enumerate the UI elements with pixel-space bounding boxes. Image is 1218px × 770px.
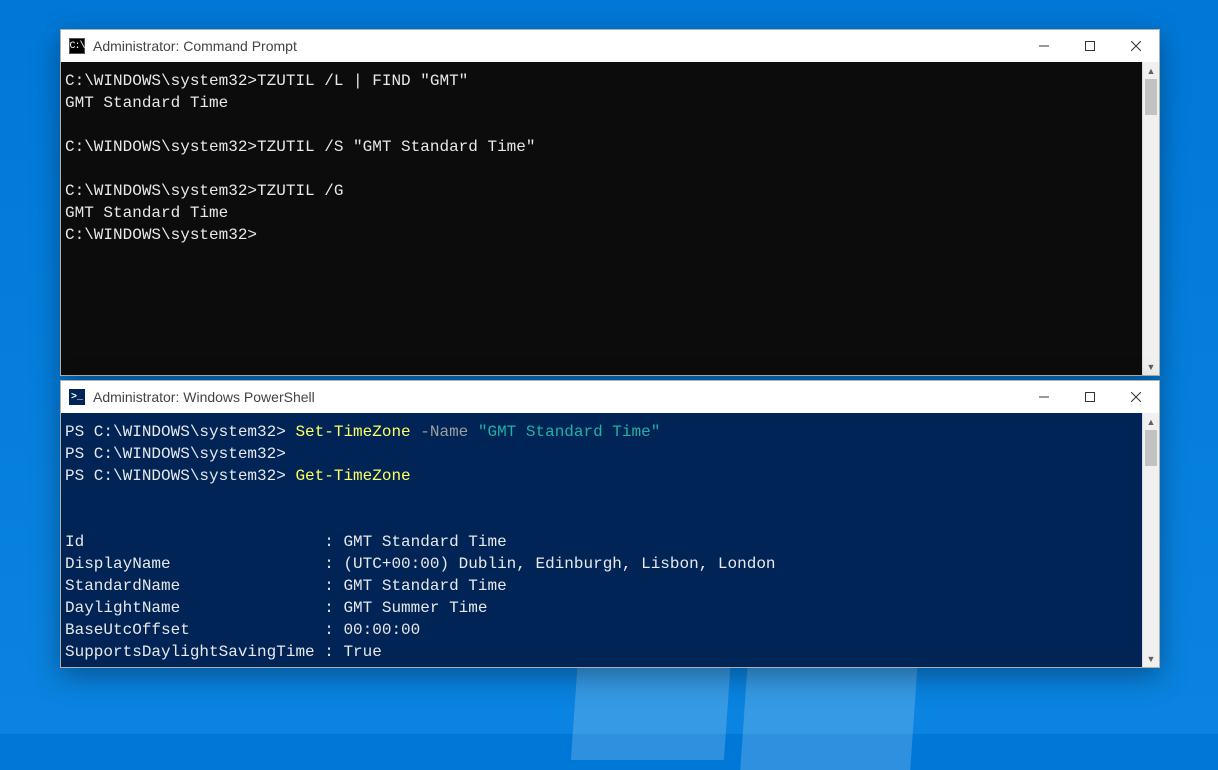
terminal-line: PS C:\WINDOWS\system32> xyxy=(65,443,1138,465)
cmd-scrollbar[interactable]: ▲ ▼ xyxy=(1142,62,1159,375)
terminal-line: BaseUtcOffset : 00:00:00 xyxy=(65,619,1138,641)
terminal-line xyxy=(65,509,1138,531)
scroll-thumb[interactable] xyxy=(1145,79,1157,115)
terminal-line: StandardName : GMT Standard Time xyxy=(65,575,1138,597)
terminal-line: PS C:\WINDOWS\system32> Get-TimeZone xyxy=(65,465,1138,487)
terminal-line: C:\WINDOWS\system32>TZUTIL /G xyxy=(65,180,1138,202)
scroll-down-icon[interactable]: ▼ xyxy=(1143,358,1159,375)
terminal-line: GMT Standard Time xyxy=(65,92,1138,114)
terminal-line: Id : GMT Standard Time xyxy=(65,531,1138,553)
terminal-line: DaylightName : GMT Summer Time xyxy=(65,597,1138,619)
terminal-line: PS C:\WINDOWS\system32> Set-TimeZone -Na… xyxy=(65,421,1138,443)
scroll-up-icon[interactable]: ▲ xyxy=(1143,62,1159,79)
minimize-button[interactable] xyxy=(1021,30,1067,62)
ps-titlebar[interactable]: >_ Administrator: Windows PowerShell xyxy=(61,381,1159,413)
powershell-window: >_ Administrator: Windows PowerShell PS … xyxy=(60,380,1160,668)
terminal-line xyxy=(65,487,1138,509)
cmd-titlebar[interactable]: C:\ Administrator: Command Prompt xyxy=(61,30,1159,62)
scroll-track[interactable] xyxy=(1143,79,1159,358)
terminal-line xyxy=(65,114,1138,136)
close-button[interactable] xyxy=(1113,381,1159,413)
minimize-button[interactable] xyxy=(1021,381,1067,413)
maximize-button[interactable] xyxy=(1067,381,1113,413)
cmd-terminal[interactable]: C:\WINDOWS\system32>TZUTIL /L | FIND "GM… xyxy=(61,62,1142,375)
maximize-button[interactable] xyxy=(1067,30,1113,62)
terminal-line: SupportsDaylightSavingTime : True xyxy=(65,641,1138,663)
close-button[interactable] xyxy=(1113,30,1159,62)
scroll-thumb[interactable] xyxy=(1145,430,1157,466)
terminal-line: DisplayName : (UTC+00:00) Dublin, Edinbu… xyxy=(65,553,1138,575)
cmd-title: Administrator: Command Prompt xyxy=(93,38,297,54)
terminal-line: C:\WINDOWS\system32> xyxy=(65,224,1138,246)
scroll-track[interactable] xyxy=(1143,430,1159,650)
cmd-window: C:\ Administrator: Command Prompt C:\WIN… xyxy=(60,29,1160,376)
terminal-line: C:\WINDOWS\system32>TZUTIL /S "GMT Stand… xyxy=(65,136,1138,158)
terminal-line xyxy=(65,158,1138,180)
powershell-icon: >_ xyxy=(69,389,85,405)
ps-title: Administrator: Windows PowerShell xyxy=(93,389,315,405)
scroll-down-icon[interactable]: ▼ xyxy=(1143,650,1159,667)
terminal-line: C:\WINDOWS\system32>TZUTIL /L | FIND "GM… xyxy=(65,70,1138,92)
terminal-line: GMT Standard Time xyxy=(65,202,1138,224)
scroll-up-icon[interactable]: ▲ xyxy=(1143,413,1159,430)
ps-terminal[interactable]: PS C:\WINDOWS\system32> Set-TimeZone -Na… xyxy=(61,413,1142,667)
cmd-icon: C:\ xyxy=(69,38,85,54)
ps-scrollbar[interactable]: ▲ ▼ xyxy=(1142,413,1159,667)
